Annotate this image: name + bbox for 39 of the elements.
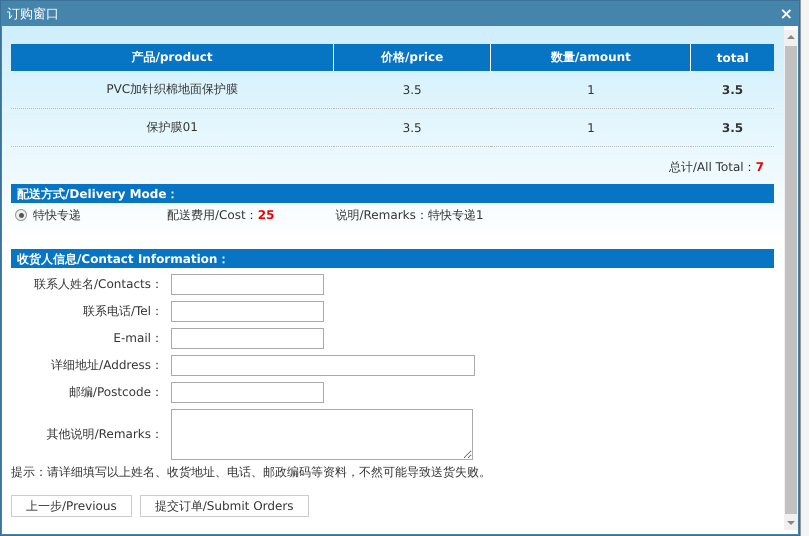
input-field[interactable]	[171, 409, 473, 460]
column-header: 数量/amount	[490, 44, 691, 71]
table-cell: PVC加针织棉地面保护膜	[11, 71, 334, 108]
field-label: 邮编/Postcode：	[68, 385, 163, 399]
table-cell: 3.5	[690, 108, 774, 146]
field-label: 详细地址/Address：	[51, 358, 163, 372]
table-cell: 3.5	[690, 71, 774, 108]
section-header: 配送方式/Delivery Mode：	[11, 184, 774, 203]
all-total: 总计/All Total：7	[668, 160, 764, 174]
field-label: 其他说明/Remarks：	[46, 427, 163, 441]
table-cell: 1	[490, 71, 691, 108]
field-label: E-mail：	[113, 331, 163, 345]
field-label: 联系人姓名/Contacts：	[34, 277, 163, 291]
table-cell: 3.5	[334, 108, 491, 146]
option-label: 特快专递	[33, 206, 81, 224]
radio-button[interactable]	[15, 209, 27, 221]
window-title: 订购窗口	[7, 6, 59, 22]
close-button[interactable]: ×	[780, 4, 793, 23]
table-cell: 1	[490, 108, 691, 146]
field-label: 联系电话/Tel：	[82, 304, 163, 318]
scrollbar[interactable]	[784, 30, 798, 530]
input-field[interactable]	[171, 355, 475, 376]
scroll-down-icon[interactable]	[787, 521, 795, 525]
remarks-text: 说明/Remarks：特快专递1	[335, 206, 484, 224]
section-header: 收货人信息/Contact Information：	[11, 249, 774, 268]
column-header: 产品/product	[11, 44, 334, 71]
input-field[interactable]	[171, 274, 324, 295]
input-field[interactable]	[171, 328, 324, 349]
previous-button[interactable]: 上一步/Previous	[11, 495, 132, 517]
table-cell: 保护膜01	[11, 108, 334, 146]
hint-text: 提示：请详细填写以上姓名、收货地址、电话、邮政编码等资料，不然可能导致送货失败。	[11, 464, 492, 481]
column-header: 价格/price	[334, 44, 491, 71]
input-field[interactable]	[171, 382, 324, 403]
scroll-up-icon[interactable]	[787, 35, 795, 39]
submit-button[interactable]: 提交订单/Submit Orders	[140, 495, 309, 517]
input-field[interactable]	[171, 301, 324, 322]
column-header: total	[690, 44, 774, 71]
cost-text: 配送费用/Cost：25	[167, 206, 274, 224]
table-cell: 3.5	[334, 71, 491, 108]
